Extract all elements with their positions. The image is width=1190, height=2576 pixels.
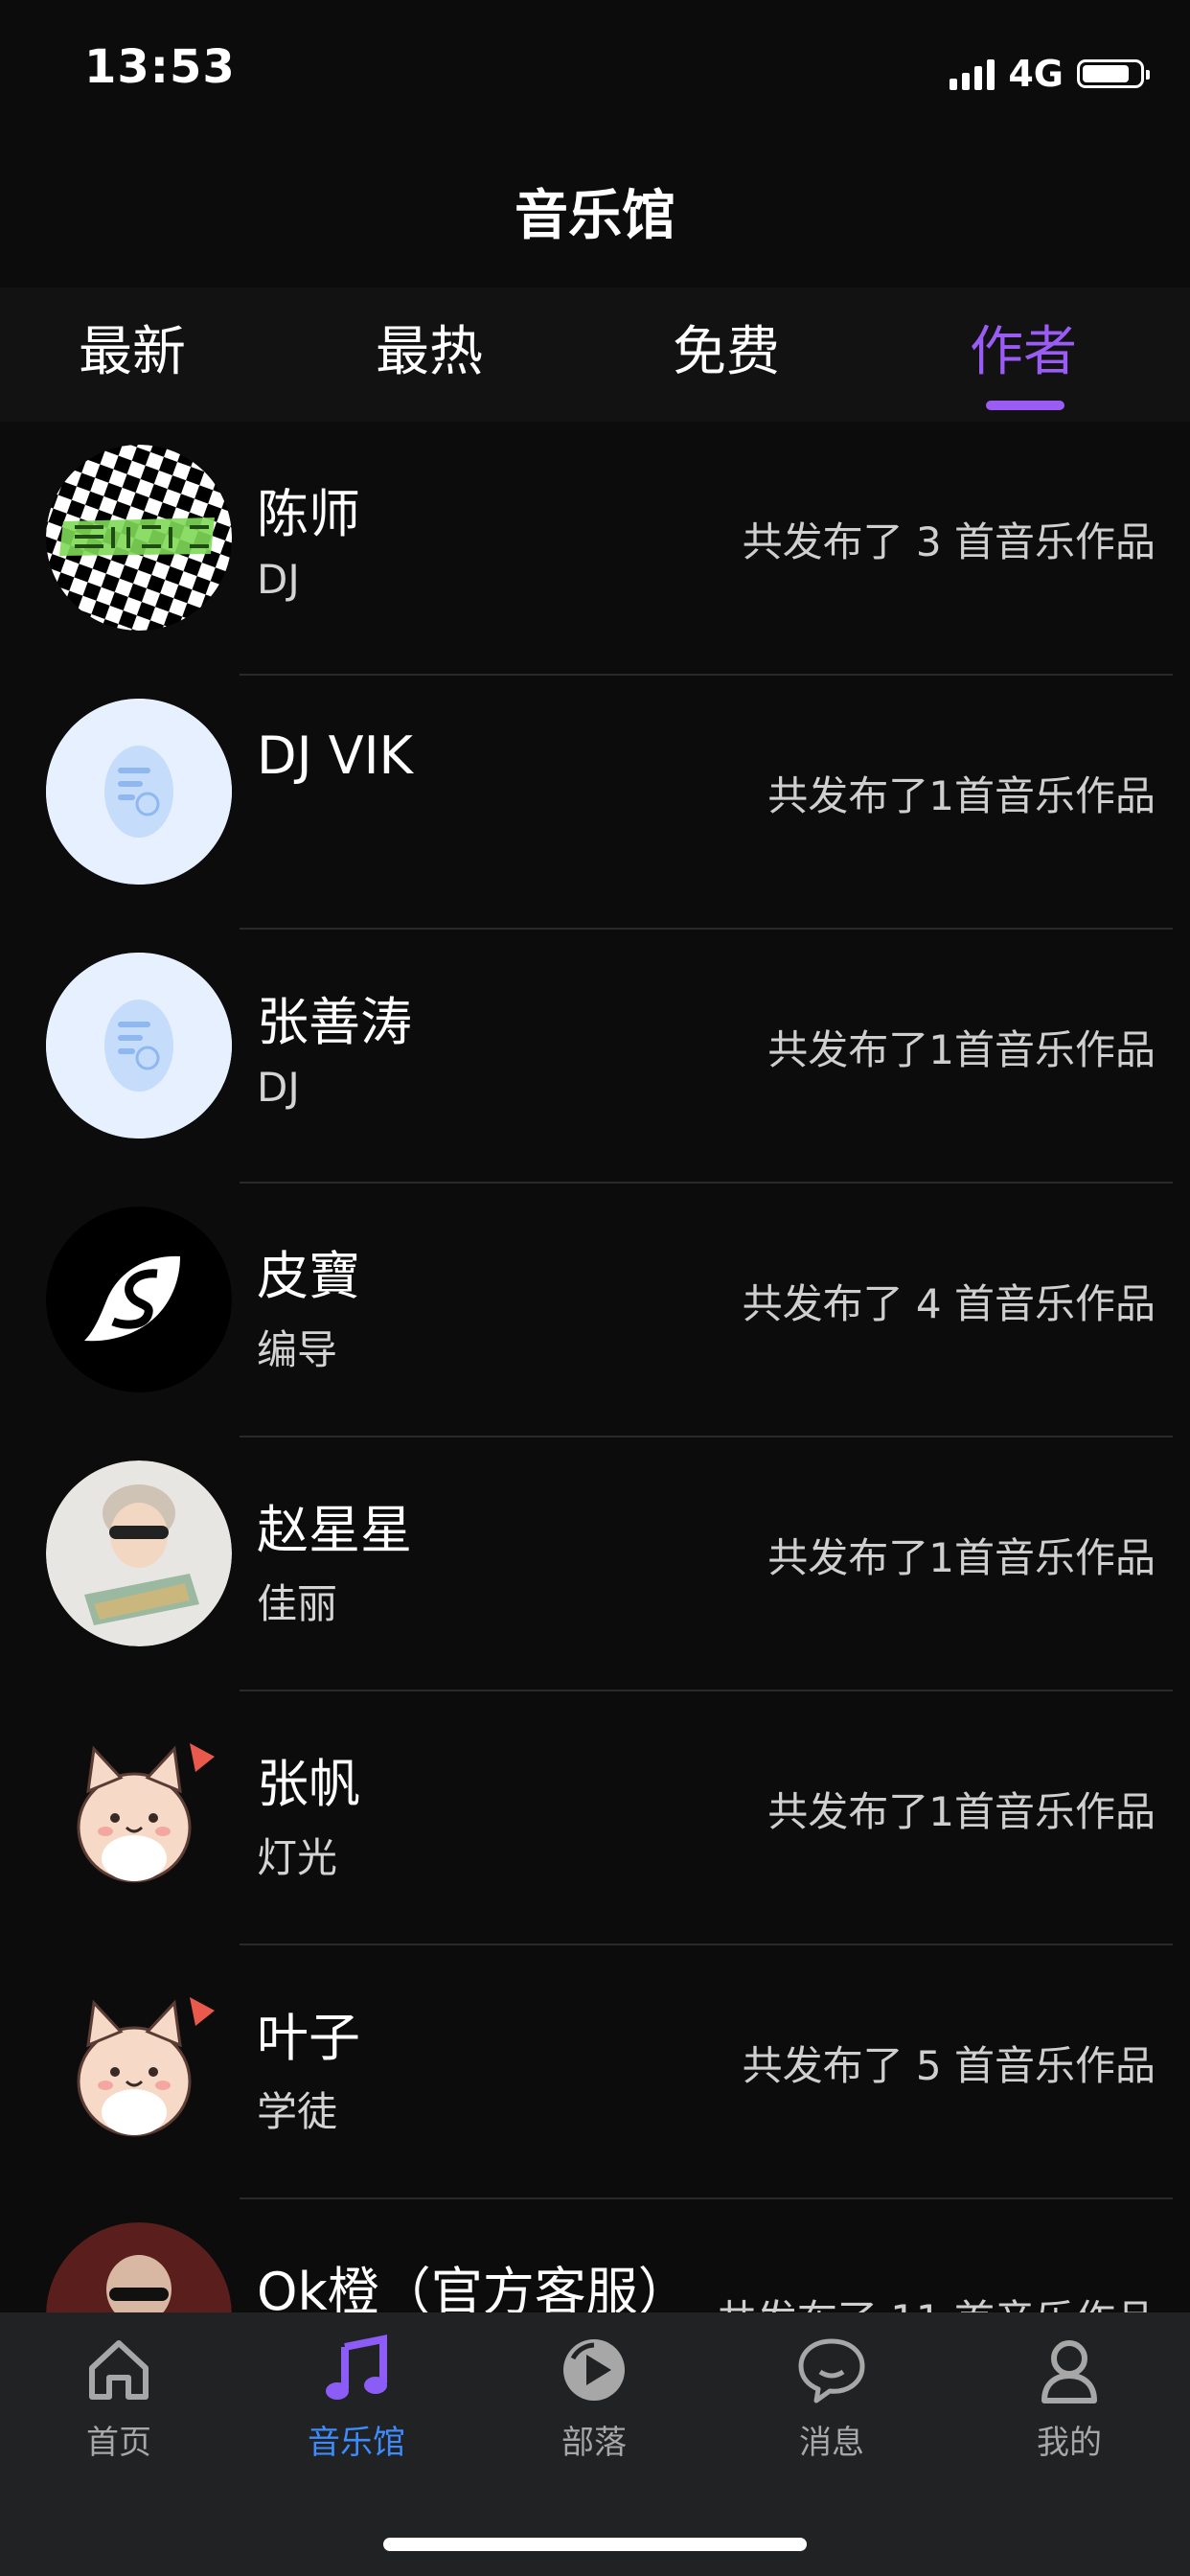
author-role: 编导: [257, 1326, 338, 1373]
network-type: 4G: [1008, 53, 1064, 95]
page-title: 音乐馆: [515, 185, 675, 247]
nav-tribe[interactable]: 部落: [498, 2330, 690, 2463]
author-name: 张帆: [257, 1754, 360, 1814]
works-count: 共发布了 5 首音乐作品: [742, 2042, 1156, 2089]
avatar: [46, 699, 232, 885]
author-role: DJ: [257, 556, 300, 603]
author-name: 叶子: [257, 2008, 360, 2068]
list-item[interactable]: 皮寶 编导 共发布了 4 首音乐作品: [0, 1184, 1190, 1438]
home-icon: [89, 2340, 149, 2400]
works-count: 共发布了1首音乐作品: [767, 1026, 1156, 1073]
author-name: 张善涛: [257, 992, 412, 1052]
checkered-logo-icon: [46, 445, 232, 631]
avatar: [46, 1460, 232, 1646]
works-count: 共发布了 4 首音乐作品: [742, 1280, 1156, 1327]
author-role: 佳丽: [257, 1580, 338, 1627]
nav-label: 消息: [799, 2424, 864, 2462]
tab-authors[interactable]: 作者: [927, 309, 1119, 386]
nav-me[interactable]: 我的: [973, 2330, 1165, 2463]
list-item[interactable]: 赵星星 佳丽 共发布了1首音乐作品: [0, 1438, 1190, 1691]
nav-label: 音乐馆: [308, 2424, 405, 2462]
author-role: 灯光: [257, 1834, 338, 1881]
list-item[interactable]: 陈师 DJ 共发布了 3 首音乐作品: [0, 422, 1190, 676]
signal-icon: [950, 58, 995, 90]
bottom-nav: 首页 音乐馆 部落 消息 我的: [0, 2312, 1190, 2576]
works-count: 共发布了1首音乐作品: [767, 1534, 1156, 1581]
home-indicator: [383, 2538, 807, 2551]
play-circle-icon: [563, 2339, 625, 2401]
author-list: 陈师 DJ 共发布了 3 首音乐作品 DJ VIK 共发布了1首音乐作品 张善涛…: [0, 422, 1190, 2453]
nav-label: 我的: [1037, 2424, 1102, 2462]
nav-messages[interactable]: 消息: [736, 2330, 927, 2463]
s-logo-icon: [46, 1207, 232, 1392]
status-time: 13:53: [84, 40, 236, 94]
works-count: 共发布了1首音乐作品: [767, 1788, 1156, 1835]
author-role: 学徒: [257, 2088, 338, 2135]
active-tab-indicator: [986, 401, 1064, 410]
tab-hottest[interactable]: 最热: [333, 309, 525, 386]
author-name: DJ VIK: [257, 725, 413, 786]
tab-free[interactable]: 免费: [630, 309, 822, 386]
status-bar: 13:53 4G: [0, 0, 1190, 144]
avatar: [46, 1968, 232, 2154]
person-icon: [1041, 2340, 1097, 2404]
cartoon-cat-icon: [46, 1968, 232, 2154]
avatar: [46, 953, 232, 1138]
nav-label: 部落: [561, 2424, 627, 2462]
author-name: 皮寶: [257, 1246, 360, 1306]
list-item[interactable]: DJ VIK 共发布了1首音乐作品: [0, 676, 1190, 930]
list-item[interactable]: 张帆 灯光 共发布了1首音乐作品: [0, 1691, 1190, 1945]
author-name: 陈师: [257, 484, 360, 544]
avatar: [46, 1714, 232, 1900]
nav-music-hall[interactable]: 音乐馆: [261, 2330, 452, 2463]
tab-latest[interactable]: 最新: [36, 309, 228, 386]
music-note-icon: [326, 2334, 387, 2400]
chat-bubble-icon: [798, 2338, 865, 2404]
tab-bar: 最新 最热 免费 作者: [0, 288, 1190, 422]
author-role: DJ: [257, 1064, 300, 1111]
list-item[interactable]: 叶子 学徒 共发布了 5 首音乐作品: [0, 1945, 1190, 2199]
battery-icon: [1077, 59, 1150, 88]
nav-label: 首页: [86, 2424, 151, 2462]
works-count: 共发布了 3 首音乐作品: [742, 518, 1156, 565]
works-count: 共发布了1首音乐作品: [767, 772, 1156, 819]
default-avatar-icon: [46, 699, 232, 885]
cartoon-cat-icon: [46, 1714, 232, 1900]
nav-home[interactable]: 首页: [23, 2330, 215, 2463]
author-name: 赵星星: [257, 1500, 412, 1560]
status-indicators: 4G: [950, 53, 1150, 95]
avatar: [46, 445, 232, 631]
person-photo-icon: [46, 1460, 232, 1646]
avatar: [46, 1207, 232, 1392]
default-avatar-icon: [46, 953, 232, 1138]
list-item[interactable]: 张善涛 DJ 共发布了1首音乐作品: [0, 930, 1190, 1184]
